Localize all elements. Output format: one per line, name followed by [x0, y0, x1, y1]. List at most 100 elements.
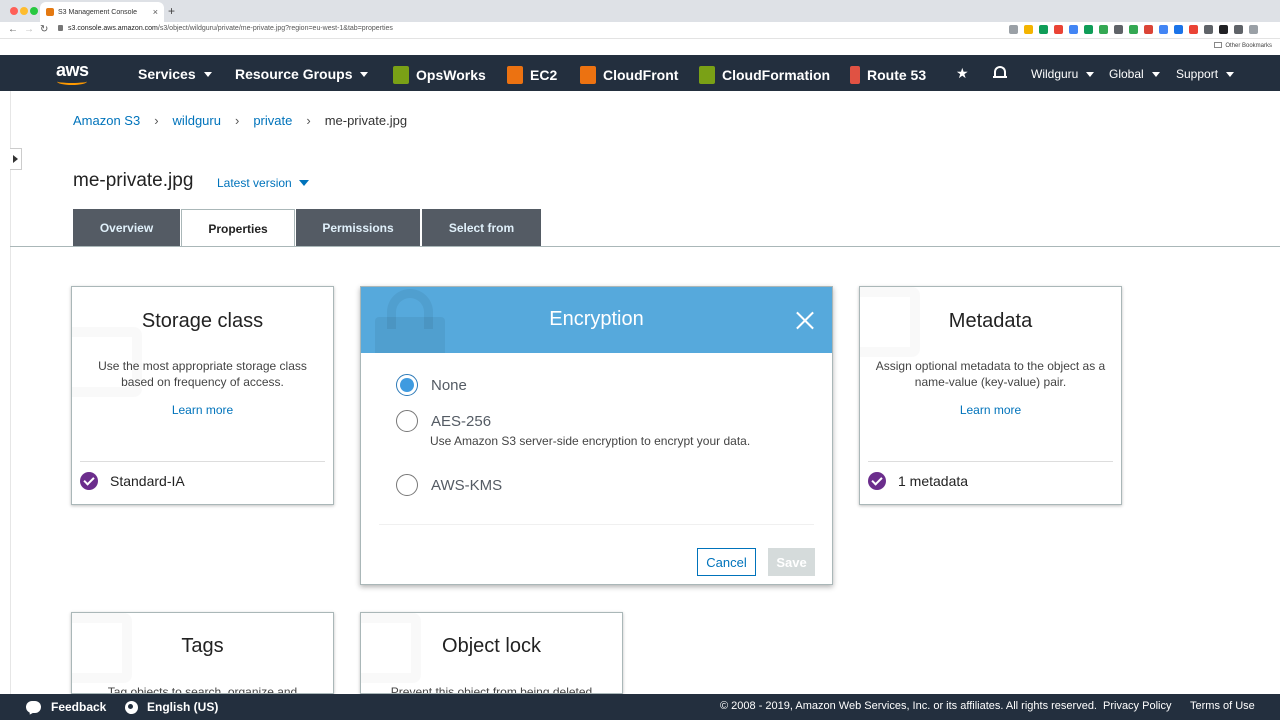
encryption-option-aes256[interactable]: AES-256 [396, 410, 491, 432]
card-title: Object lock [442, 635, 541, 657]
radio-button[interactable] [396, 374, 418, 396]
close-icon[interactable] [795, 311, 814, 330]
chevron-down-icon [1226, 71, 1235, 77]
learn-more-link[interactable]: Learn more [72, 403, 333, 417]
browser-tab-strip: S3 Management Console × + [0, 0, 1280, 22]
browser-extension-icon[interactable] [1144, 25, 1153, 34]
browser-extension-icon[interactable] [1189, 25, 1198, 34]
nav-cloudformation[interactable]: CloudFormation [699, 66, 830, 84]
browser-extension-icon[interactable] [1219, 25, 1228, 34]
browser-extension-icon[interactable] [1204, 25, 1213, 34]
nav-services[interactable]: Services [138, 66, 212, 82]
browser-extension-icon[interactable] [1114, 25, 1123, 34]
browser-extension-icon[interactable] [1009, 25, 1018, 34]
card-title: Tags [181, 635, 224, 657]
chevron-down-icon [298, 180, 309, 186]
tab-close-icon[interactable]: × [153, 7, 158, 17]
lock-icon [58, 25, 63, 31]
dialog-title: Encryption [549, 308, 644, 330]
nav-ec2[interactable]: EC2 [507, 66, 557, 84]
tags-card[interactable]: Tags Tag objects to search, organize and [71, 612, 334, 694]
card-description: Prevent this object from being deleted [390, 685, 593, 694]
storage-class-status: Standard-IA [80, 472, 185, 490]
window-close-icon[interactable] [10, 7, 18, 15]
browser-tab[interactable]: S3 Management Console × [40, 2, 164, 22]
address-bar[interactable]: s3.console.aws.amazon.com/s3/object/wild… [58, 25, 393, 32]
radio-button[interactable] [396, 474, 418, 496]
chevron-down-icon [1086, 71, 1095, 77]
bell-icon[interactable] [993, 65, 1007, 80]
copyright-text: © 2008 - 2019, Amazon Web Services, Inc.… [720, 700, 1097, 712]
aws-smile-icon [57, 78, 87, 85]
breadcrumb: Amazon S3 › wildguru › private › me-priv… [73, 113, 407, 128]
card-title: Storage class [141, 310, 264, 332]
browser-extension-icon[interactable] [1099, 25, 1108, 34]
nav-account[interactable]: Wildguru [1031, 67, 1095, 81]
object-name-title: me-private.jpg [73, 170, 194, 191]
tab-overview[interactable]: Overview [73, 209, 180, 246]
nav-opsworks[interactable]: OpsWorks [393, 66, 486, 84]
browser-extension-icon[interactable] [1234, 25, 1243, 34]
back-icon[interactable]: ← [8, 24, 18, 35]
browser-extension-icon[interactable] [1249, 25, 1258, 34]
aws-footer: Feedback English (US) © 2008 - 2019, Ama… [0, 694, 1280, 720]
nav-route53[interactable]: Route 53 [850, 66, 926, 84]
reload-icon[interactable]: ↻ [40, 24, 48, 35]
object-lock-card[interactable]: Object lock Prevent this object from bei… [360, 612, 623, 694]
radio-button[interactable] [396, 410, 418, 432]
language-selector[interactable]: English (US) [125, 700, 218, 714]
folder-icon [1214, 42, 1223, 48]
breadcrumb-folder[interactable]: private [253, 113, 292, 128]
browser-tab-title: S3 Management Console [58, 8, 137, 16]
feedback-button[interactable]: Feedback [26, 700, 106, 714]
chevron-down-icon [203, 71, 212, 77]
browser-extension-icon[interactable] [1054, 25, 1063, 34]
cloudfront-icon [580, 66, 596, 84]
browser-toolbar: ← → ↻ s3.console.aws.amazon.com/s3/objec… [0, 22, 1280, 39]
encryption-option-aws-kms[interactable]: AWS-KMS [396, 474, 502, 496]
nav-resource-groups[interactable]: Resource Groups [235, 66, 369, 82]
pin-icon[interactable]: ★ [956, 65, 969, 82]
breadcrumb-separator: › [306, 113, 311, 128]
sidebar-edge [10, 91, 11, 694]
learn-more-link[interactable]: Learn more [860, 403, 1121, 417]
card-description: Use the most appropriate storage class b… [98, 359, 307, 389]
browser-extension-icon[interactable] [1069, 25, 1078, 34]
tab-properties[interactable]: Properties [181, 209, 295, 247]
breadcrumb-bucket[interactable]: wildguru [173, 113, 221, 128]
metadata-card[interactable]: Metadata Assign optional metadata to the… [859, 286, 1122, 505]
sidebar-expand-toggle[interactable] [10, 148, 22, 170]
browser-extension-icon[interactable] [1039, 25, 1048, 34]
other-bookmarks[interactable]: Other Bookmarks [1214, 42, 1272, 49]
encryption-option-none[interactable]: None [396, 374, 467, 396]
new-tab-button[interactable]: + [168, 4, 175, 18]
aws-favicon-icon [46, 8, 54, 16]
ec2-icon [507, 66, 523, 84]
tab-permissions[interactable]: Permissions [296, 209, 420, 246]
nav-region[interactable]: Global [1109, 67, 1160, 81]
save-button[interactable]: Save [768, 548, 815, 576]
opsworks-icon [393, 66, 409, 84]
nav-cloudfront[interactable]: CloudFront [580, 66, 678, 84]
window-minimize-icon[interactable] [20, 7, 28, 15]
cancel-button[interactable]: Cancel [697, 548, 756, 576]
privacy-policy-link[interactable]: Privacy Policy [1103, 700, 1171, 712]
browser-extension-icon[interactable] [1174, 25, 1183, 34]
nav-support[interactable]: Support [1176, 67, 1235, 81]
browser-extension-icon[interactable] [1159, 25, 1168, 34]
browser-extension-icon[interactable] [1084, 25, 1093, 34]
version-dropdown[interactable]: Latest version [217, 176, 309, 190]
terms-of-use-link[interactable]: Terms of Use [1190, 700, 1255, 712]
tab-select-from[interactable]: Select from [422, 209, 541, 246]
card-title: Metadata [948, 310, 1033, 332]
aws-logo[interactable]: aws [56, 60, 92, 86]
window-zoom-icon[interactable] [30, 7, 38, 15]
breadcrumb-amazon-s3[interactable]: Amazon S3 [73, 113, 140, 128]
browser-extension-icon[interactable] [1024, 25, 1033, 34]
forward-icon[interactable]: → [24, 24, 34, 35]
check-icon [868, 472, 886, 490]
browser-extension-icon[interactable] [1129, 25, 1138, 34]
browser-extensions [1009, 25, 1258, 34]
cloudformation-icon [699, 66, 715, 84]
storage-class-card[interactable]: Storage class Use the most appropriate s… [71, 286, 334, 505]
